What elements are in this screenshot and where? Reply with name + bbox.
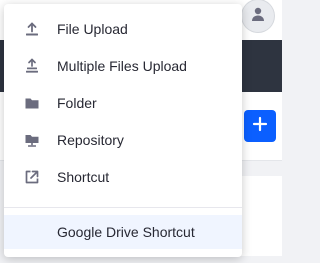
menu-item-shortcut[interactable]: Shortcut xyxy=(4,158,242,195)
menu-item-label: Folder xyxy=(57,94,97,111)
user-avatar-button[interactable] xyxy=(242,0,274,32)
menu-divider xyxy=(4,207,242,208)
menu-item-file-upload[interactable]: File Upload xyxy=(4,10,242,47)
menu-item-google-drive-shortcut[interactable]: Google Drive Shortcut xyxy=(4,215,242,249)
add-button[interactable] xyxy=(244,110,276,142)
repository-icon xyxy=(22,130,42,150)
menu-item-multiple-files-upload[interactable]: Multiple Files Upload xyxy=(4,47,242,84)
multi-upload-icon xyxy=(22,56,42,76)
menu-item-repository[interactable]: Repository xyxy=(4,121,242,158)
menu-item-folder[interactable]: Folder xyxy=(4,84,242,121)
menu-item-label: Google Drive Shortcut xyxy=(57,224,195,240)
menu-item-label: Multiple Files Upload xyxy=(57,57,187,74)
user-icon xyxy=(250,6,266,27)
shortcut-icon xyxy=(22,167,42,187)
add-dropdown-menu: File Upload Multiple Files Upload Folder xyxy=(4,4,242,257)
menu-item-label: Repository xyxy=(57,131,124,148)
menu-item-label: File Upload xyxy=(57,20,128,37)
menu-item-label: Shortcut xyxy=(57,168,110,185)
upload-icon xyxy=(22,19,42,39)
plus-icon xyxy=(252,116,268,137)
folder-icon xyxy=(22,93,42,113)
